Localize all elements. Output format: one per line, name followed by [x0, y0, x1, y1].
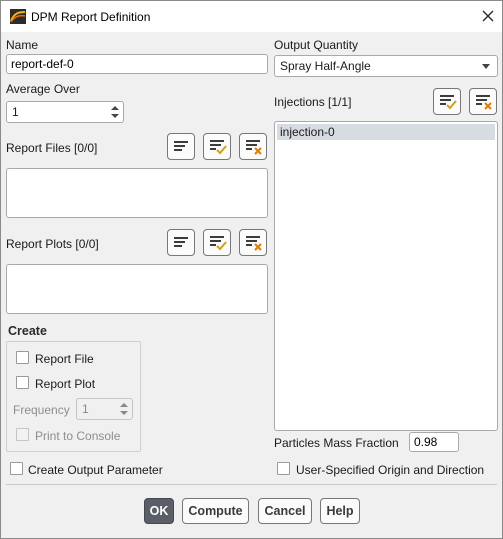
- create-group-title: Create: [8, 324, 47, 338]
- frequency-value: 1: [82, 402, 89, 416]
- injections-deselect-all-button[interactable]: [469, 88, 497, 115]
- particles-mass-fraction-label: Particles Mass Fraction: [274, 436, 399, 450]
- ok-button[interactable]: OK: [144, 498, 174, 524]
- injections-select-all-button[interactable]: [433, 88, 461, 115]
- list-deselect-all-icon: [246, 140, 262, 155]
- injections-count: [1/1]: [328, 95, 352, 109]
- list-deselect-all-icon: [246, 236, 262, 251]
- report-file-checkbox[interactable]: [16, 351, 29, 364]
- user-specified-origin-label: User-Specified Origin and Direction: [296, 463, 485, 477]
- print-to-console-label: Print to Console: [35, 429, 121, 443]
- output-quantity-label: Output Quantity: [274, 38, 359, 52]
- list-select-all-icon: [210, 140, 227, 155]
- spin-arrows-icon[interactable]: [110, 104, 120, 120]
- report-plots-count: [0/0]: [75, 237, 99, 251]
- report-plots-list[interactable]: [6, 264, 268, 314]
- list-icon: [174, 237, 188, 247]
- output-quantity-selected: Spray Half-Angle: [280, 59, 371, 73]
- report-files-select-all-button[interactable]: [203, 133, 231, 160]
- list-icon: [174, 141, 188, 151]
- average-over-value: 1: [12, 105, 19, 119]
- create-output-parameter-checkbox[interactable]: [10, 462, 23, 475]
- name-input[interactable]: [6, 54, 268, 74]
- injections-list[interactable]: injection-0: [274, 121, 498, 431]
- chevron-down-icon: [482, 64, 490, 69]
- footer-separator: [6, 484, 497, 485]
- report-plot-checkbox[interactable]: [16, 376, 29, 389]
- report-plots-label: Report Plots [0/0]: [6, 237, 99, 251]
- report-files-deselect-all-button[interactable]: [239, 133, 267, 160]
- frequency-stepper: 1: [76, 398, 133, 420]
- print-to-console-checkbox: [16, 428, 29, 441]
- help-button[interactable]: Help: [320, 498, 360, 524]
- list-select-all-icon: [210, 236, 227, 251]
- output-quantity-dropdown[interactable]: Spray Half-Angle: [274, 55, 498, 77]
- injections-label: Injections [1/1]: [274, 95, 352, 109]
- name-label: Name: [6, 38, 39, 52]
- average-over-stepper[interactable]: 1: [6, 101, 124, 123]
- spin-arrows-icon: [120, 403, 128, 415]
- report-files-count: [0/0]: [74, 141, 98, 155]
- cancel-button[interactable]: Cancel: [258, 498, 312, 524]
- report-plots-list-button[interactable]: [167, 229, 195, 256]
- list-item[interactable]: injection-0: [277, 124, 495, 140]
- create-output-parameter-label: Create Output Parameter: [28, 463, 163, 477]
- close-icon[interactable]: [479, 7, 497, 25]
- user-specified-origin-checkbox[interactable]: [277, 462, 290, 475]
- average-over-label: Average Over: [6, 82, 80, 96]
- report-files-label: Report Files [0/0]: [6, 141, 98, 155]
- fluent-app-icon: [10, 9, 26, 24]
- list-deselect-all-icon: [476, 95, 492, 110]
- dpm-report-definition-dialog: DPM Report Definition Name Average Over …: [0, 0, 503, 539]
- frequency-label: Frequency: [13, 403, 70, 417]
- list-select-all-icon: [440, 95, 457, 110]
- title-bar: DPM Report Definition: [1, 1, 502, 32]
- report-plot-label: Report Plot: [35, 377, 96, 391]
- window-title: DPM Report Definition: [31, 10, 151, 24]
- report-plots-select-all-button[interactable]: [203, 229, 231, 256]
- report-file-label: Report File: [35, 352, 94, 366]
- report-plots-deselect-all-button[interactable]: [239, 229, 267, 256]
- compute-button[interactable]: Compute: [182, 498, 249, 524]
- report-files-list[interactable]: [6, 168, 268, 218]
- particles-mass-fraction-input[interactable]: [409, 432, 459, 452]
- report-files-list-button[interactable]: [167, 133, 195, 160]
